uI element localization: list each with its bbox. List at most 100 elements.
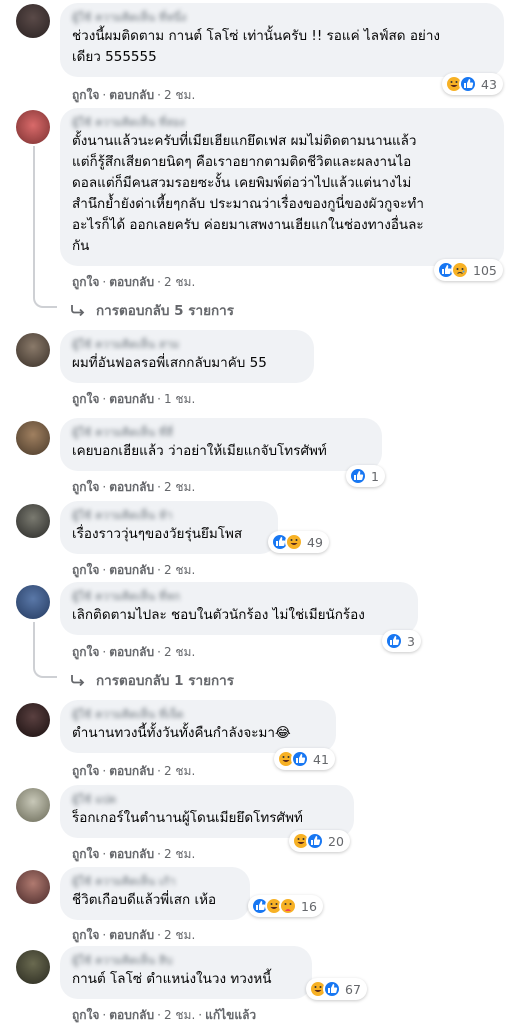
comment-timestamp[interactable]: 2 ชม. [164, 928, 195, 942]
reaction-summary[interactable]: 105 [434, 259, 503, 281]
comment-author[interactable]: ผู้ใช้ ความคิดเห็น ที่สี่ [72, 425, 370, 441]
like-button[interactable]: ถูกใจ [72, 928, 99, 942]
comment-timestamp[interactable]: 2 ชม. [164, 480, 195, 494]
thread-connector [33, 294, 57, 308]
avatar[interactable] [16, 585, 50, 619]
comment-timestamp[interactable]: 2 ชม. [164, 645, 195, 659]
reaction-summary[interactable]: 1 [346, 465, 385, 487]
comment-bubble: ผู้ใช้ ความคิดเห็น เก้า ชีวิตเกือบดีแล้ว… [60, 867, 250, 920]
comment-author[interactable]: ผู้ใช้ ความคิดเห็น เก้า [72, 874, 238, 890]
like-button[interactable]: ถูกใจ [72, 275, 99, 289]
reaction-summary[interactable]: 49 [268, 531, 329, 553]
comment-timestamp[interactable]: 2 ชม. [164, 88, 195, 102]
reply-button[interactable]: ตอบกลับ [109, 480, 154, 494]
comment-actions: ถูกใจ · ตอบกลับ · 2 ชม. [72, 480, 196, 494]
reaction-count: 43 [481, 76, 497, 92]
comment-bubble: ผู้ใช้ ความคิดเห็น ห้า เรื่องราววุ่นๆของ… [60, 501, 278, 554]
reaction-count: 49 [307, 534, 323, 550]
avatar[interactable] [16, 950, 50, 984]
comment-bubble: ผู้ใช้ ความคิดเห็น สาม ผมที่อันฟอลรอพี่เ… [60, 330, 314, 383]
comment-actions: ถูกใจ · ตอบกลับ · 2 ชม. [72, 847, 196, 861]
comment-text-line: ผมที่อันฟอลรอพี่เสกกลับมาคับ 55 [72, 355, 267, 371]
comment-bubble: ผู้ใช้ ความคิดเห็น ที่เจ็ด ตำนานทวงนี้ทั… [60, 700, 336, 753]
comment-text-line: เดียว 555555 [72, 49, 157, 65]
reply-button[interactable]: ตอบกลับ [109, 88, 154, 102]
sad-icon [451, 261, 469, 279]
comment-author[interactable]: ผู้ใช้ แปด [72, 792, 342, 808]
reaction-count: 16 [301, 898, 317, 914]
comment-timestamp[interactable]: 2 ชม. [164, 847, 195, 861]
comment-author[interactable]: ผู้ใช้ ความคิดเห็น ห้า [72, 508, 266, 524]
like-icon [349, 467, 367, 485]
reply-button[interactable]: ตอบกลับ [109, 275, 154, 289]
comment-text-line: ชีวิตเกือบดีแล้วพี่เสก เห้อ [72, 892, 217, 908]
reply-button[interactable]: ตอบกลับ [109, 928, 154, 942]
comment-author[interactable]: ผู้ใช้ ความคิดเห็น ที่เจ็ด [72, 707, 324, 723]
avatar[interactable] [16, 110, 50, 144]
comment-bubble: ผู้ใช้ ความคิดเห็น สิบ กานต์ โลโซ่ ตำแหน… [60, 946, 312, 999]
comment-bubble: ผู้ใช้ ความคิดเห็น ที่สอง ตั้งนานแล้วนะค… [60, 108, 504, 266]
comment-actions: ถูกใจ · ตอบกลับ · 2 ชม. [72, 928, 196, 942]
avatar[interactable] [16, 333, 50, 367]
avatar[interactable] [16, 703, 50, 737]
comment-bubble: ผู้ใช้ ความคิดเห็น ที่หก เลิกติดตามไปละ … [60, 582, 418, 635]
reaction-summary[interactable]: 67 [306, 978, 367, 1000]
comment-timestamp[interactable]: 2 ชม. [164, 1008, 195, 1022]
like-icon [459, 75, 477, 93]
reply-arrow-icon [71, 675, 85, 686]
reaction-summary[interactable]: 20 [289, 830, 350, 852]
like-button[interactable]: ถูกใจ [72, 563, 99, 577]
avatar[interactable] [16, 788, 50, 822]
like-button[interactable]: ถูกใจ [72, 392, 99, 406]
comment-actions: ถูกใจ · ตอบกลับ · 2 ชม. [72, 275, 196, 289]
comment-timestamp[interactable]: 2 ชม. [164, 764, 195, 778]
comment-bubble: ผู้ใช้ ความคิดเห็น ที่สี่ เคยบอกเฮียแล้ว… [60, 418, 382, 471]
like-icon [291, 750, 309, 768]
thread-line [33, 622, 35, 666]
avatar[interactable] [16, 504, 50, 538]
reaction-summary[interactable]: 3 [382, 630, 421, 652]
reaction-count: 3 [407, 633, 415, 649]
comment-author[interactable]: ผู้ใช้ ความคิดเห็น ที่หก [72, 589, 406, 605]
reaction-summary[interactable]: 16 [248, 895, 323, 917]
like-button[interactable]: ถูกใจ [72, 847, 99, 861]
comment-timestamp[interactable]: 1 ชม. [164, 392, 195, 406]
comment-author[interactable]: ผู้ใช้ ความคิดเห็น สาม [72, 337, 302, 353]
reaction-summary[interactable]: 43 [442, 73, 503, 95]
like-button[interactable]: ถูกใจ [72, 645, 99, 659]
avatar[interactable] [16, 421, 50, 455]
like-button[interactable]: ถูกใจ [72, 1008, 99, 1022]
reaction-summary[interactable]: 41 [274, 748, 335, 770]
like-button[interactable]: ถูกใจ [72, 88, 99, 102]
comment-author[interactable]: ผู้ใช้ ความคิดเห็น ที่สอง [72, 115, 492, 131]
reply-button[interactable]: ตอบกลับ [109, 392, 154, 406]
reply-button[interactable]: ตอบกลับ [109, 764, 154, 778]
comment-actions: ถูกใจ · ตอบกลับ · 2 ชม. [72, 88, 196, 102]
comment-timestamp[interactable]: 2 ชม. [164, 563, 195, 577]
care-icon [279, 897, 297, 915]
comment-text-line: ตั้งนานแล้วนะครับที่เมียเฮียแกยึดเฟส ผมไ… [72, 133, 417, 149]
reaction-count: 105 [473, 262, 497, 278]
like-icon [323, 980, 341, 998]
comment-author[interactable]: ผู้ใช้ ความคิดเห็น ที่หนึ่ง [72, 10, 492, 26]
edited-label[interactable]: แก้ไขแล้ว [205, 1008, 256, 1022]
view-replies-link[interactable]: การตอบกลับ 5 รายการ [70, 299, 234, 321]
comment-timestamp[interactable]: 2 ชม. [164, 275, 195, 289]
view-replies-link[interactable]: การตอบกลับ 1 รายการ [70, 669, 234, 691]
reply-button[interactable]: ตอบกลับ [109, 1008, 154, 1022]
comment-text-line: ตำนานทวงนี้ทั้งวันทั้งคืนกำลังจะมา😂 [72, 725, 291, 741]
reaction-count: 41 [313, 751, 329, 767]
comment-actions: ถูกใจ · ตอบกลับ · 2 ชม. [72, 563, 196, 577]
reply-button[interactable]: ตอบกลับ [109, 563, 154, 577]
avatar[interactable] [16, 870, 50, 904]
comment-text-line: เคยบอกเฮียแล้ว ว่าอย่าให้เมียแกจับโทรศัพ… [72, 443, 327, 459]
like-button[interactable]: ถูกใจ [72, 480, 99, 494]
comment-text-line: สำนึกย้ำยังด่าเหี้ยๆกลับ ประมาณว่าเรื่อง… [72, 196, 424, 212]
comment-thread: ผู้ใช้ ความคิดเห็น ที่หนึ่ง ช่วงนี้ผมติด… [0, 0, 526, 1030]
reply-button[interactable]: ตอบกลับ [109, 645, 154, 659]
avatar[interactable] [16, 4, 50, 38]
comment-author[interactable]: ผู้ใช้ ความคิดเห็น สิบ [72, 953, 300, 969]
reply-button[interactable]: ตอบกลับ [109, 847, 154, 861]
view-replies-label: การตอบกลับ 5 รายการ [96, 303, 235, 319]
like-button[interactable]: ถูกใจ [72, 764, 99, 778]
